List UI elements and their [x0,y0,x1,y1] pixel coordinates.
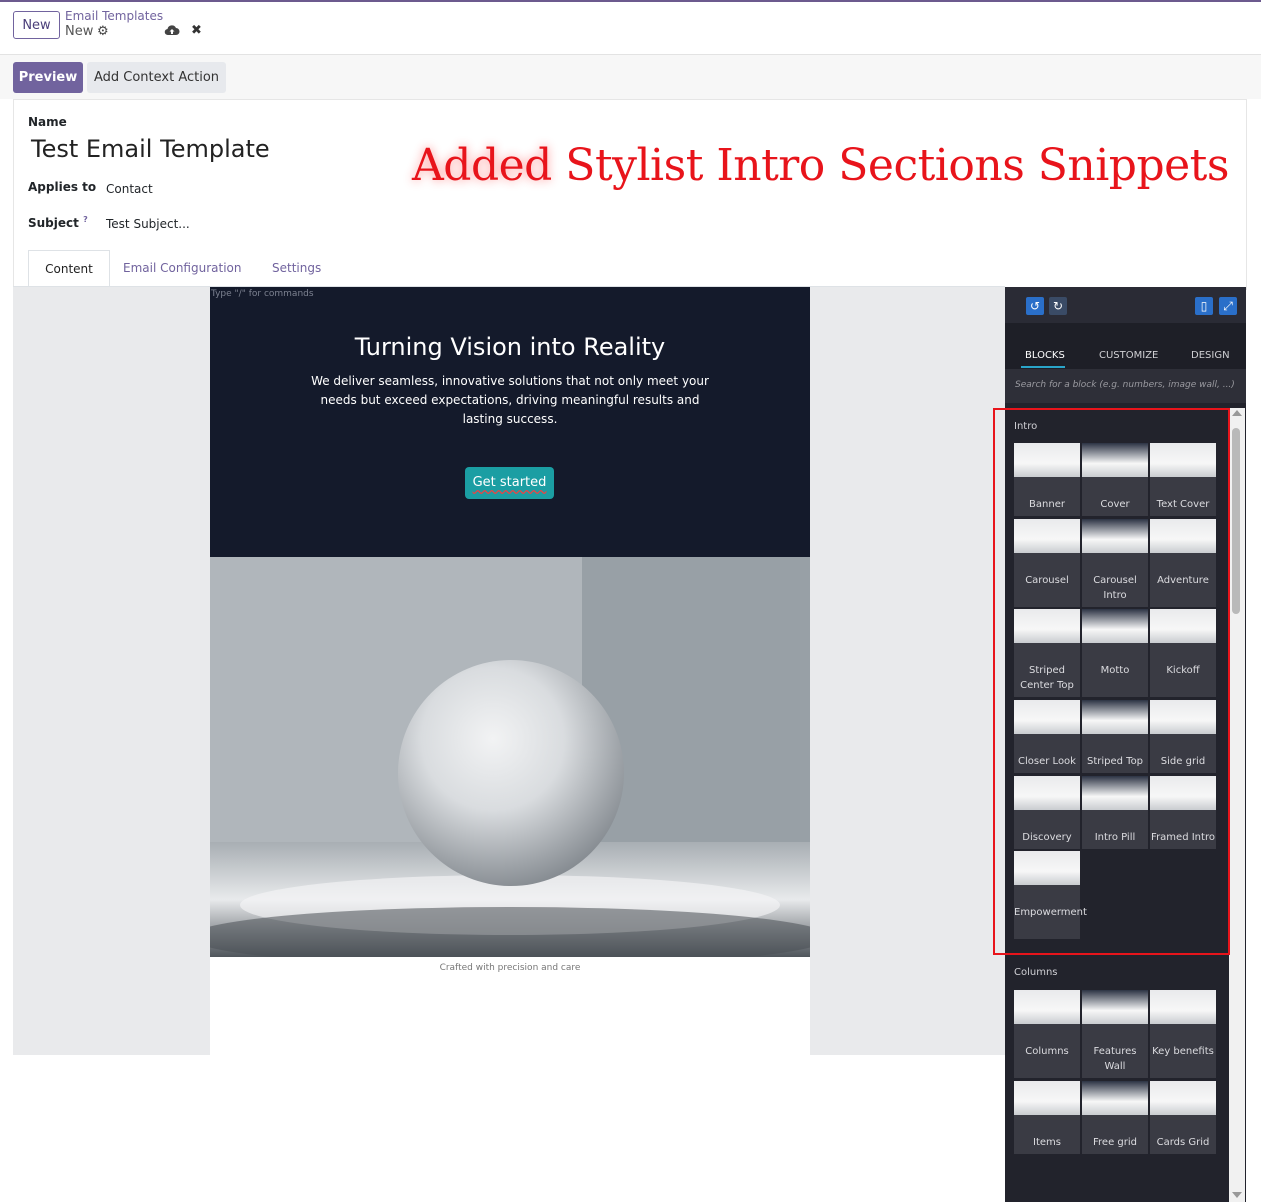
tab-settings[interactable]: Settings [272,250,321,286]
redo-icon[interactable]: ↻ [1049,297,1067,315]
snippet-thumbnail [1014,1081,1080,1115]
tab-content[interactable]: Content [28,250,110,288]
cloud-upload-icon[interactable] [164,23,180,37]
scrollbar-thumb[interactable] [1232,428,1240,614]
snippet-block[interactable]: Items [1014,1081,1080,1154]
panel-scrollbar[interactable] [1229,408,1245,1202]
annotation-word: Added [412,140,552,191]
gear-icon[interactable]: ⚙ [97,24,109,39]
breadcrumb-parent[interactable]: Email Templates [65,9,163,23]
annotation-highlight-box [993,408,1230,955]
discard-icon[interactable]: ✖ [191,23,202,38]
active-tab-indicator [1021,366,1065,368]
new-button[interactable]: New [13,11,60,39]
command-hint: Type "/" for commands [211,289,314,299]
tab-design[interactable]: DESIGN [1191,350,1230,361]
name-field[interactable]: Test Email Template [31,135,270,163]
preview-button[interactable]: Preview [13,62,83,93]
subject-label-text: Subject [28,216,79,230]
annotation-rest: Stylist Intro Sections Snippets [551,140,1229,191]
snippet-block[interactable]: Columns [1014,990,1080,1078]
applies-to-field[interactable]: Contact [106,182,153,196]
hero-title[interactable]: Turning Vision into Reality [210,333,810,361]
snippet-thumbnail [1082,990,1148,1024]
scroll-up-icon[interactable] [1232,410,1242,416]
snippet-block[interactable]: Key benefits [1150,990,1216,1078]
get-started-button[interactable]: Get started [465,467,554,499]
breadcrumb-current: New [65,24,94,39]
annotation-overlay: Added Stylist Intro Sections Snippets [412,140,1229,191]
panel-toolbar: ↺ ↻ ▯ ⤢ [1005,287,1246,323]
tab-blocks[interactable]: BLOCKS [1025,350,1065,361]
snippet-label: Free grid [1093,1137,1137,1148]
snippet-thumbnail [1150,990,1216,1024]
columns-section-title: Columns [1014,967,1058,978]
snippet-label: Features Wall [1093,1046,1137,1072]
snippet-label: Key benefits [1152,1046,1214,1057]
block-search-placeholder: Search for a block (e.g. numbers, image … [1015,380,1235,390]
snippet-block[interactable]: Cards Grid [1150,1081,1216,1154]
tab-email-configuration[interactable]: Email Configuration [123,250,242,286]
hero-section[interactable]: Type "/" for commands Turning Vision int… [210,287,810,557]
action-bar: Preview Add Context Action [0,55,1261,99]
subject-label: Subject ? [28,215,88,230]
snippet-thumbnail [1014,990,1080,1024]
fullscreen-icon[interactable]: ⤢ [1219,297,1237,315]
snippet-block[interactable]: Features Wall [1082,990,1148,1078]
hero-text[interactable]: We deliver seamless, innovative solution… [308,372,712,429]
snippet-label: Columns [1025,1046,1069,1057]
subject-field[interactable]: Test Subject... [106,217,190,231]
snippet-block[interactable]: Free grid [1082,1081,1148,1154]
subject-help-icon[interactable]: ? [83,215,88,224]
panel-tabs: BLOCKS CUSTOMIZE DESIGN [1005,323,1246,369]
hero-image[interactable] [210,557,810,957]
tab-customize[interactable]: CUSTOMIZE [1099,350,1158,361]
sphere-illustration [210,557,810,957]
mobile-preview-icon[interactable]: ▯ [1195,297,1213,315]
undo-icon[interactable]: ↺ [1026,297,1044,315]
name-label: Name [28,115,67,129]
snippet-label: Cards Grid [1156,1137,1210,1148]
control-panel: New Email Templates New ⚙ ✖ [0,2,1261,55]
email-footer[interactable]: Crafted with precision and care [210,963,810,973]
get-started-label: Get started [472,475,547,490]
snippet-thumbnail [1150,1081,1216,1115]
scroll-down-icon[interactable] [1232,1192,1242,1198]
add-context-action-button[interactable]: Add Context Action [87,62,226,93]
applies-to-label: Applies to [28,180,97,194]
snippet-thumbnail [1082,1081,1148,1115]
snippet-label: Items [1033,1137,1061,1148]
block-search-input[interactable]: Search for a block (e.g. numbers, image … [1005,369,1246,403]
email-body[interactable]: Type "/" for commands Turning Vision int… [210,287,810,1055]
